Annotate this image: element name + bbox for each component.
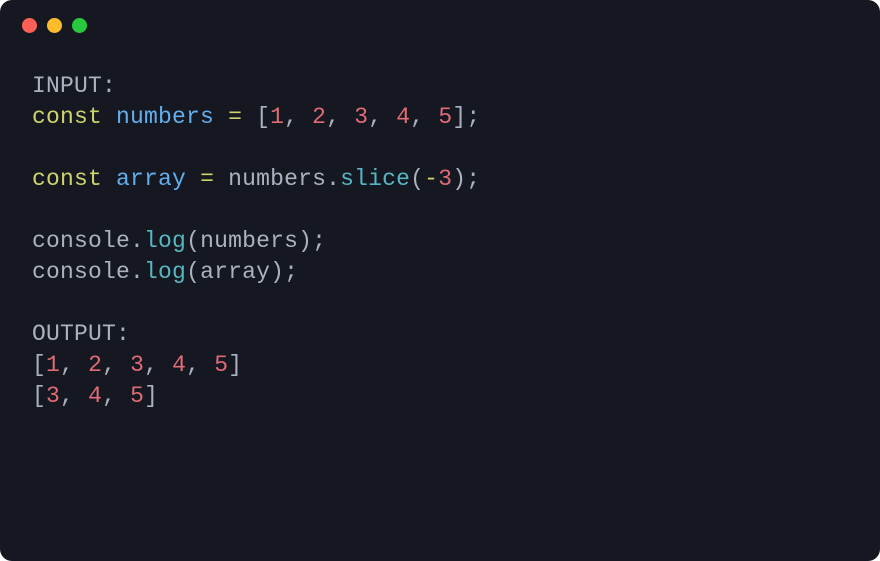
number-literal: 1 bbox=[270, 104, 284, 130]
method-slice: slice bbox=[340, 166, 410, 192]
space bbox=[382, 104, 396, 130]
identifier-console: console bbox=[32, 228, 130, 254]
number-literal: 3 bbox=[46, 383, 60, 409]
space bbox=[298, 104, 312, 130]
input-label: INPUT: bbox=[32, 73, 116, 99]
operator-minus: - bbox=[424, 166, 438, 192]
dot-operator: . bbox=[130, 259, 144, 285]
number-literal: 5 bbox=[130, 383, 144, 409]
bracket-close: ] bbox=[228, 352, 242, 378]
keyword-const: const bbox=[32, 104, 102, 130]
space bbox=[74, 352, 88, 378]
paren-open: ( bbox=[410, 166, 424, 192]
bracket-close: ]; bbox=[452, 104, 480, 130]
comma: , bbox=[186, 352, 200, 378]
number-literal: 3 bbox=[130, 352, 144, 378]
number-literal: 4 bbox=[172, 352, 186, 378]
identifier-numbers: numbers bbox=[228, 166, 326, 192]
output-label: OUTPUT: bbox=[32, 321, 130, 347]
identifier-numbers: numbers bbox=[116, 104, 214, 130]
minimize-icon[interactable] bbox=[47, 18, 62, 33]
paren-close: ); bbox=[452, 166, 480, 192]
identifier-array: array bbox=[200, 259, 270, 285]
method-log: log bbox=[144, 228, 186, 254]
number-literal: 5 bbox=[214, 352, 228, 378]
identifier-numbers: numbers bbox=[200, 228, 298, 254]
code-block: INPUT: const numbers = [1, 2, 3, 4, 5]; … bbox=[0, 43, 880, 441]
bracket-open: [ bbox=[256, 104, 270, 130]
window-titlebar bbox=[0, 0, 880, 43]
space bbox=[424, 104, 438, 130]
comma: , bbox=[410, 104, 424, 130]
keyword-const: const bbox=[32, 166, 102, 192]
number-literal: 4 bbox=[396, 104, 410, 130]
bracket-open: [ bbox=[32, 352, 46, 378]
dot-operator: . bbox=[130, 228, 144, 254]
paren-close: ); bbox=[270, 259, 298, 285]
number-literal: 2 bbox=[312, 104, 326, 130]
maximize-icon[interactable] bbox=[72, 18, 87, 33]
comma: , bbox=[284, 104, 298, 130]
comma: , bbox=[102, 383, 116, 409]
comma: , bbox=[326, 104, 340, 130]
comma: , bbox=[102, 352, 116, 378]
number-literal: 3 bbox=[438, 166, 452, 192]
space bbox=[200, 352, 214, 378]
space bbox=[340, 104, 354, 130]
space bbox=[116, 383, 130, 409]
paren-open: ( bbox=[186, 259, 200, 285]
number-literal: 4 bbox=[88, 383, 102, 409]
space bbox=[116, 352, 130, 378]
comma: , bbox=[60, 383, 74, 409]
comma: , bbox=[368, 104, 382, 130]
bracket-open: [ bbox=[32, 383, 46, 409]
comma: , bbox=[60, 352, 74, 378]
identifier-console: console bbox=[32, 259, 130, 285]
space bbox=[158, 352, 172, 378]
comma: , bbox=[144, 352, 158, 378]
dot-operator: . bbox=[326, 166, 340, 192]
number-literal: 1 bbox=[46, 352, 60, 378]
paren-open: ( bbox=[186, 228, 200, 254]
close-icon[interactable] bbox=[22, 18, 37, 33]
operator-equals: = bbox=[200, 166, 214, 192]
number-literal: 2 bbox=[88, 352, 102, 378]
bracket-close: ] bbox=[144, 383, 158, 409]
identifier-array: array bbox=[116, 166, 186, 192]
space bbox=[74, 383, 88, 409]
number-literal: 3 bbox=[354, 104, 368, 130]
number-literal: 5 bbox=[438, 104, 452, 130]
code-window: INPUT: const numbers = [1, 2, 3, 4, 5]; … bbox=[0, 0, 880, 561]
operator-equals: = bbox=[228, 104, 242, 130]
method-log: log bbox=[144, 259, 186, 285]
paren-close: ); bbox=[298, 228, 326, 254]
